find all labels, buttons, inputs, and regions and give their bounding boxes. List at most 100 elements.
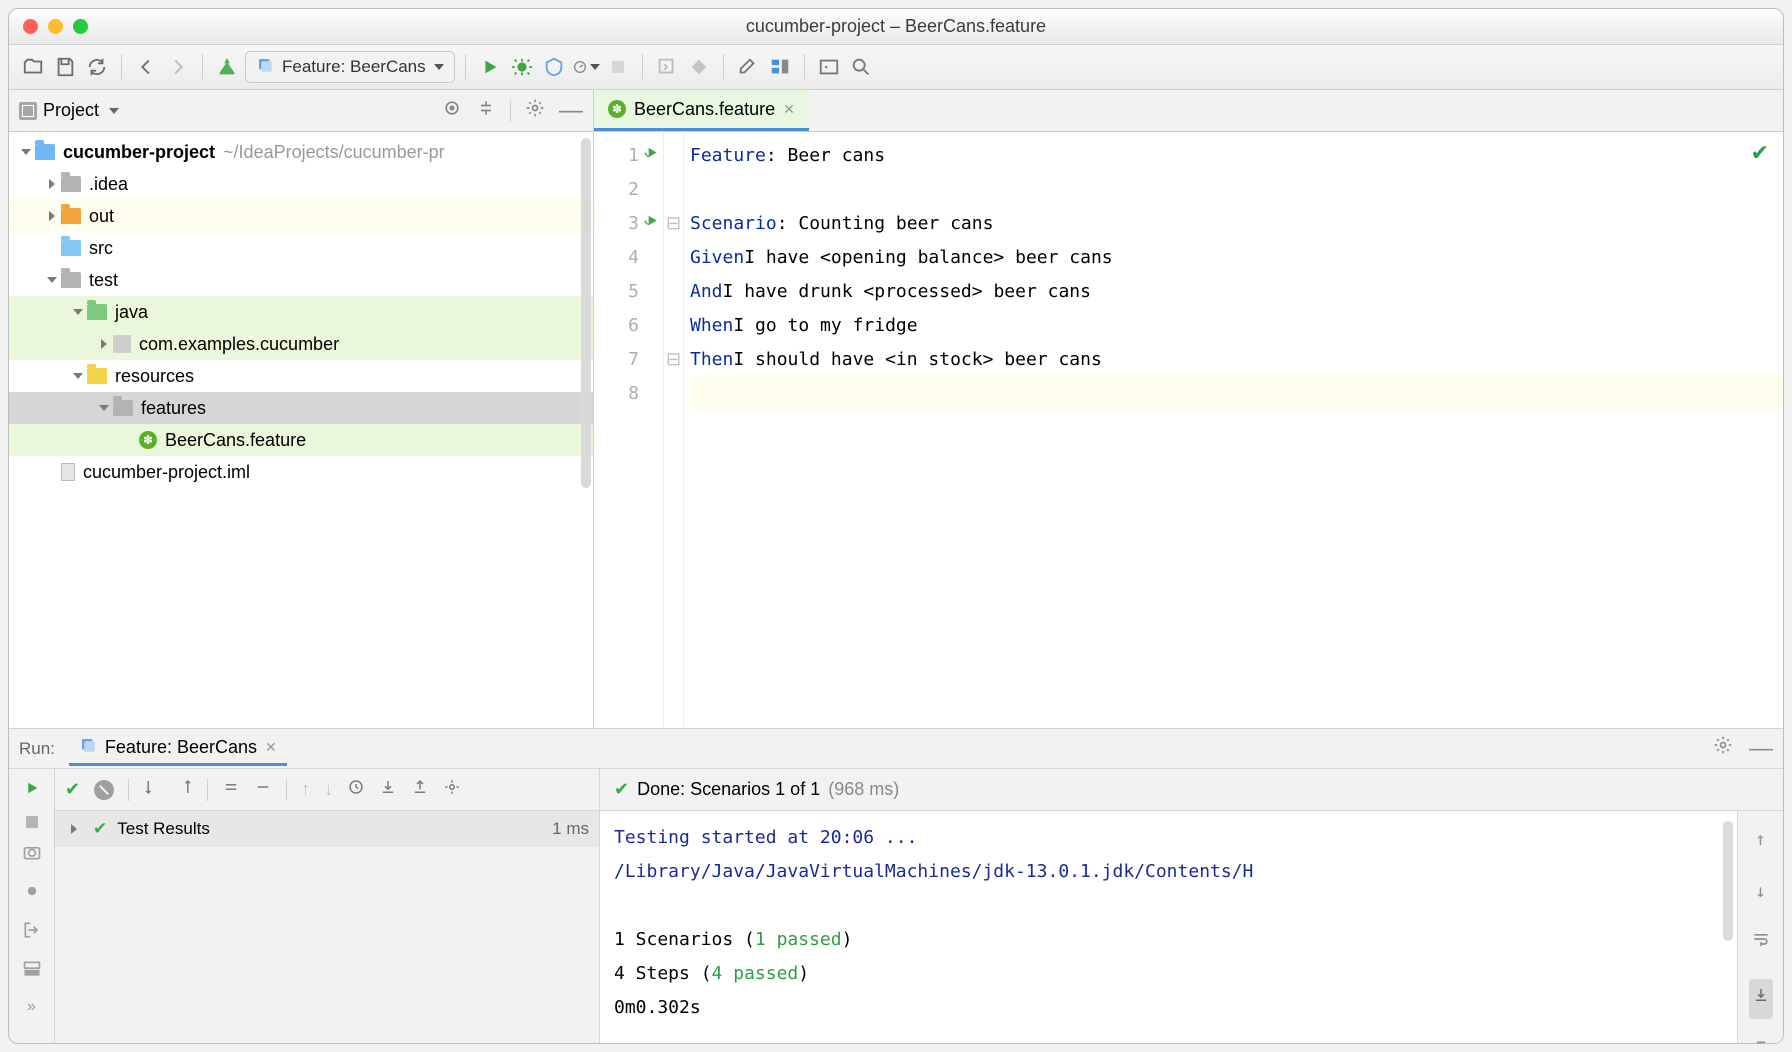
minimize-window-button[interactable] xyxy=(48,19,63,34)
forward-icon[interactable] xyxy=(164,53,192,81)
code-line[interactable]: And I have drunk <processed> beer cans xyxy=(690,274,1783,308)
coverage-icon[interactable] xyxy=(540,53,568,81)
run-tab[interactable]: Feature: BeerCans ✕ xyxy=(69,732,287,766)
debug-icon[interactable] xyxy=(508,53,536,81)
tree-node-resources[interactable]: resources xyxy=(9,360,593,392)
hide-tool-icon[interactable]: — xyxy=(559,97,583,125)
fold-icon[interactable]: ⊟ xyxy=(664,342,683,376)
screenshot-icon[interactable] xyxy=(22,842,42,867)
code-line[interactable]: When I go to my fridge xyxy=(690,308,1783,342)
sort-alpha-icon[interactable] xyxy=(143,778,161,801)
scroll-to-end-icon[interactable] xyxy=(1749,979,1773,1019)
history-icon[interactable] xyxy=(347,778,365,801)
test-results-row[interactable]: ✔ Test Results 1 ms xyxy=(55,811,599,847)
build-icon[interactable] xyxy=(213,53,241,81)
import-icon[interactable] xyxy=(379,778,397,801)
vcs-update-icon[interactable] xyxy=(653,53,681,81)
vcs-commit-icon[interactable] xyxy=(685,53,713,81)
save-icon[interactable] xyxy=(51,53,79,81)
tab-close-icon[interactable]: ✕ xyxy=(265,739,277,756)
tree-node-out[interactable]: out xyxy=(9,200,593,232)
run-anything-icon[interactable] xyxy=(815,53,843,81)
exit-icon[interactable] xyxy=(22,920,42,945)
prev-fail-icon[interactable]: ↑ xyxy=(301,779,310,800)
refresh-icon[interactable] xyxy=(83,53,111,81)
expand-arrow-icon[interactable] xyxy=(43,179,61,189)
expand-all-icon[interactable] xyxy=(476,98,496,123)
soft-wrap-icon[interactable] xyxy=(1751,927,1771,961)
settings-icon[interactable] xyxy=(734,53,762,81)
folder-icon xyxy=(61,272,81,288)
test-time: 1 ms xyxy=(552,819,589,839)
tree-node-iml[interactable]: cucumber-project.iml xyxy=(9,456,593,488)
scroll-down-icon[interactable]: ↓ xyxy=(1755,875,1766,909)
scrollbar[interactable] xyxy=(581,138,591,488)
print-icon[interactable] xyxy=(1751,1037,1771,1043)
stop-icon[interactable] xyxy=(604,53,632,81)
code-line[interactable]: Then I should have <in stock> beer cans xyxy=(690,342,1783,376)
tree-root[interactable]: cucumber-project ~/IdeaProjects/cucumber… xyxy=(9,136,593,168)
scroll-up-icon[interactable]: ↑ xyxy=(1755,823,1766,857)
project-structure-icon[interactable] xyxy=(766,53,794,81)
profile-icon[interactable] xyxy=(572,53,600,81)
back-icon[interactable] xyxy=(132,53,160,81)
project-tree[interactable]: cucumber-project ~/IdeaProjects/cucumber… xyxy=(9,132,594,728)
run-icon[interactable] xyxy=(476,53,504,81)
tree-node-test[interactable]: test xyxy=(9,264,593,296)
project-view-dropdown-icon[interactable] xyxy=(109,108,119,114)
run-configuration-dropdown[interactable]: Feature: BeerCans xyxy=(245,51,455,83)
expand-arrow-icon[interactable] xyxy=(43,277,61,283)
code-line[interactable]: Given I have <opening balance> beer cans xyxy=(690,240,1783,274)
editor-tab[interactable]: BeerCans.feature ✕ xyxy=(594,90,809,131)
next-fail-icon[interactable]: ↓ xyxy=(324,779,333,800)
code-line[interactable]: Feature: Beer cans xyxy=(690,138,1783,172)
tab-close-icon[interactable]: ✕ xyxy=(783,101,795,118)
tree-node-feature-file[interactable]: BeerCans.feature xyxy=(9,424,593,456)
project-tool-label[interactable]: Project xyxy=(43,100,99,121)
tree-node-java[interactable]: java xyxy=(9,296,593,328)
locate-icon[interactable] xyxy=(442,98,462,123)
gutter-run-icon[interactable] xyxy=(644,213,660,234)
code-line[interactable] xyxy=(690,376,1783,410)
expand-arrow-icon[interactable] xyxy=(95,339,113,349)
tree-node-idea[interactable]: .idea xyxy=(9,168,593,200)
layout-icon[interactable] xyxy=(22,959,42,984)
fold-icon[interactable]: ⊟ xyxy=(664,206,683,240)
expand-arrow-icon[interactable] xyxy=(69,373,87,379)
code-line[interactable]: Scenario: Counting beer cans xyxy=(690,206,1783,240)
expand-arrow-icon[interactable] xyxy=(95,405,113,411)
ignore-filter-icon[interactable] xyxy=(94,780,114,800)
stop-button-icon[interactable] xyxy=(26,816,38,828)
run-settings-icon[interactable] xyxy=(1713,735,1733,763)
tree-node-src[interactable]: src xyxy=(9,232,593,264)
tree-node-package[interactable]: com.examples.cucumber xyxy=(9,328,593,360)
console-output[interactable]: Testing started at 20:06 ... /Library/Ja… xyxy=(600,811,1783,1043)
sort-duration-icon[interactable] xyxy=(175,778,193,801)
gutter-run-icon[interactable] xyxy=(644,145,660,166)
expand-arrow-icon[interactable] xyxy=(69,309,87,315)
more-icon[interactable]: » xyxy=(27,998,36,1016)
hide-run-icon[interactable]: — xyxy=(1749,735,1773,763)
run-side-toolbar: » xyxy=(9,769,55,1043)
expand-arrow-icon[interactable] xyxy=(65,824,83,834)
folder-icon xyxy=(87,368,107,384)
test-settings-icon[interactable] xyxy=(443,778,461,801)
collapse-all-icon[interactable] xyxy=(254,778,272,801)
search-icon[interactable] xyxy=(847,53,875,81)
code-line[interactable] xyxy=(690,172,1783,206)
debug-side-icon[interactable] xyxy=(22,881,42,906)
tool-settings-icon[interactable] xyxy=(525,98,545,123)
close-window-button[interactable] xyxy=(23,19,38,34)
open-icon[interactable] xyxy=(19,53,47,81)
zoom-window-button[interactable] xyxy=(73,19,88,34)
expand-arrow-icon[interactable] xyxy=(43,211,61,221)
rerun-icon[interactable] xyxy=(23,779,41,802)
pass-filter-icon[interactable]: ✔ xyxy=(65,779,80,800)
tree-node-features[interactable]: features xyxy=(9,392,593,424)
scrollbar[interactable] xyxy=(1723,821,1733,941)
code-editor[interactable]: 1 2 3 45678 ⊟ ⊟ Feature: Beer cans Scena… xyxy=(594,132,1783,728)
inspection-ok-icon[interactable]: ✔ xyxy=(1751,140,1769,166)
export-icon[interactable] xyxy=(411,778,429,801)
expand-arrow-icon[interactable] xyxy=(17,149,35,155)
expand-all-icon[interactable] xyxy=(222,778,240,801)
